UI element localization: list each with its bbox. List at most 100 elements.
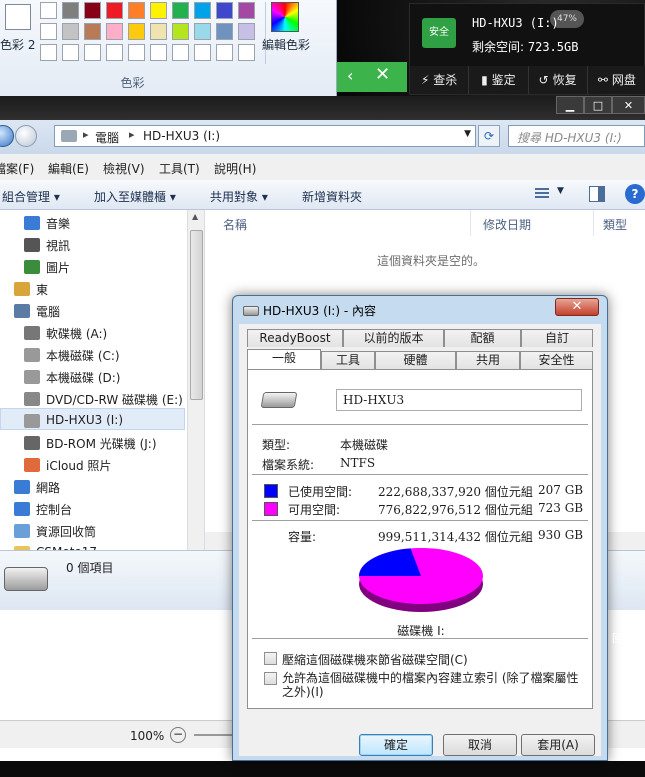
breadcrumb-computer[interactable]: 電腦 bbox=[95, 129, 119, 146]
custom-color-swatch[interactable] bbox=[84, 44, 101, 61]
widget-action-restore[interactable]: ↺ 恢复 bbox=[529, 66, 588, 94]
nav-item[interactable]: DVD/CD-RW 磁碟機 (E:) bbox=[46, 391, 183, 408]
column-divider[interactable] bbox=[593, 210, 594, 236]
column-divider[interactable] bbox=[470, 210, 471, 236]
index-checkbox[interactable] bbox=[264, 672, 277, 685]
tab-security[interactable]: 安全性 bbox=[520, 351, 593, 369]
color-swatch[interactable] bbox=[106, 2, 123, 19]
preview-pane-button[interactable] bbox=[589, 186, 605, 202]
color-swatch[interactable] bbox=[238, 23, 255, 40]
custom-color-swatch[interactable] bbox=[62, 44, 79, 61]
drive-name-input[interactable]: HD-HXU3 bbox=[336, 389, 582, 411]
color-swatch[interactable] bbox=[216, 2, 233, 19]
menu-edit[interactable]: 編輯(E) bbox=[48, 160, 89, 177]
color-swatch[interactable] bbox=[62, 2, 79, 19]
color-swatch[interactable] bbox=[106, 23, 123, 40]
dialog-close-button[interactable]: ✕ bbox=[555, 298, 599, 316]
nav-item[interactable]: 網路 bbox=[36, 479, 60, 496]
nav-item[interactable]: 電腦 bbox=[36, 303, 60, 320]
custom-color-swatch[interactable] bbox=[150, 44, 167, 61]
nav-item[interactable]: BD-ROM 光碟機 (J:) bbox=[46, 435, 157, 452]
menu-help[interactable]: 說明(H) bbox=[214, 160, 256, 177]
chevron-left-icon[interactable]: ‹ bbox=[347, 66, 353, 85]
close-icon[interactable]: ✕ bbox=[375, 64, 390, 85]
widget-action-cloud[interactable]: ⚯ 网盘 bbox=[588, 66, 645, 94]
color-swatch[interactable] bbox=[216, 23, 233, 40]
color-swatch[interactable] bbox=[172, 2, 189, 19]
back-button[interactable] bbox=[0, 125, 14, 147]
breadcrumb-drive[interactable]: HD-HXU3 (I:) bbox=[143, 129, 220, 143]
color-swatch[interactable] bbox=[194, 23, 211, 40]
nav-item[interactable]: 本機磁碟 (D:) bbox=[46, 369, 120, 386]
menu-view[interactable]: 檢視(V) bbox=[103, 160, 145, 177]
nav-item[interactable]: 東 bbox=[36, 281, 48, 298]
maximize-button[interactable]: □ bbox=[584, 96, 612, 114]
cancel-button[interactable]: 取消 bbox=[443, 734, 517, 756]
color-swatch[interactable] bbox=[128, 23, 145, 40]
nav-item[interactable]: 音樂 bbox=[46, 215, 70, 232]
zoom-out-button[interactable]: − bbox=[170, 727, 186, 743]
widget-action-identify[interactable]: ▮ 鉴定 bbox=[469, 66, 529, 94]
custom-color-swatch[interactable] bbox=[40, 44, 57, 61]
color-swatch[interactable] bbox=[84, 2, 101, 19]
search-input[interactable]: 搜尋 HD-HXU3 (I:) bbox=[508, 125, 645, 147]
tab-tools[interactable]: 工具 bbox=[321, 351, 375, 369]
zoom-slider[interactable] bbox=[194, 734, 234, 736]
nav-item[interactable]: 本機磁碟 (C:) bbox=[46, 347, 120, 364]
edit-colors-button[interactable]: 編輯色彩 bbox=[262, 0, 312, 60]
color2-button[interactable] bbox=[5, 4, 31, 30]
nav-item[interactable]: 控制台 bbox=[36, 501, 72, 518]
color-swatch[interactable] bbox=[40, 2, 57, 19]
breadcrumb-separator-icon[interactable]: ▸ bbox=[129, 128, 135, 141]
forward-button[interactable] bbox=[15, 125, 37, 147]
tab-sharing[interactable]: 共用 bbox=[456, 351, 520, 369]
nav-item[interactable]: 軟碟機 (A:) bbox=[46, 325, 107, 342]
nav-item[interactable]: iCloud 照片 bbox=[46, 457, 111, 474]
index-label-line1[interactable]: 允許為這個磁碟機中的檔案內容建立索引 (除了檔案屬性 bbox=[282, 669, 579, 686]
chevron-down-icon[interactable]: ▼ bbox=[464, 129, 471, 139]
organize-button[interactable]: 組合管理 ▾ bbox=[2, 188, 60, 205]
nav-item[interactable]: HD-HXU3 (I:) bbox=[46, 413, 123, 427]
apply-button[interactable]: 套用(A) bbox=[521, 734, 595, 756]
column-name[interactable]: 名稱 bbox=[223, 216, 247, 233]
change-view-button[interactable]: ▼ bbox=[535, 186, 567, 204]
nav-item[interactable]: 圖片 bbox=[46, 259, 70, 276]
custom-color-swatch[interactable] bbox=[172, 44, 189, 61]
color-swatch[interactable] bbox=[150, 23, 167, 40]
close-button[interactable]: ✕ bbox=[612, 96, 645, 114]
desktop-recycle-bin-label[interactable]: 回收筒 bbox=[612, 630, 645, 646]
nav-scrollbar[interactable]: ▲ bbox=[187, 210, 204, 550]
menu-tools[interactable]: 工具(T) bbox=[159, 160, 200, 177]
tab-readyboost[interactable]: ReadyBoost bbox=[247, 329, 343, 347]
color-swatch[interactable] bbox=[40, 23, 57, 40]
index-label-line2[interactable]: 之外)(I) bbox=[282, 683, 324, 700]
help-button[interactable]: ? bbox=[625, 184, 645, 204]
widget-action-scan[interactable]: ⚡ 查杀 bbox=[410, 66, 470, 94]
color-swatch[interactable] bbox=[150, 2, 167, 19]
compress-label[interactable]: 壓縮這個磁碟機來節省磁碟空間(C) bbox=[282, 651, 468, 668]
color-swatch[interactable] bbox=[128, 2, 145, 19]
color-swatch[interactable] bbox=[194, 2, 211, 19]
ok-button[interactable]: 確定 bbox=[359, 734, 433, 756]
menu-file[interactable]: 檔案(F) bbox=[0, 160, 34, 177]
tab-quota[interactable]: 配額 bbox=[444, 329, 521, 347]
nav-item[interactable]: 視訊 bbox=[46, 237, 70, 254]
column-type[interactable]: 類型 bbox=[603, 216, 627, 233]
minimize-button[interactable]: ▁ bbox=[556, 96, 584, 114]
custom-color-swatch[interactable] bbox=[106, 44, 123, 61]
share-with-button[interactable]: 共用對象 ▾ bbox=[210, 188, 268, 205]
tab-previous-versions[interactable]: 以前的版本 bbox=[343, 329, 444, 347]
compress-checkbox[interactable] bbox=[264, 652, 277, 665]
refresh-button[interactable]: ⟳ bbox=[478, 125, 500, 147]
address-bar[interactable]: ▸ 電腦 ▸ HD-HXU3 (I:) ▼ bbox=[54, 125, 476, 147]
tab-customize[interactable]: 自訂 bbox=[521, 329, 593, 347]
color-swatch[interactable] bbox=[238, 2, 255, 19]
color-swatch[interactable] bbox=[62, 23, 79, 40]
tab-general[interactable]: 一般 bbox=[247, 349, 321, 369]
column-date-modified[interactable]: 修改日期 bbox=[483, 216, 531, 233]
color-swatch[interactable] bbox=[172, 23, 189, 40]
custom-color-swatch[interactable] bbox=[216, 44, 233, 61]
nav-item[interactable]: 資源回收筒 bbox=[36, 523, 96, 540]
custom-color-swatch[interactable] bbox=[128, 44, 145, 61]
include-in-library-button[interactable]: 加入至媒體櫃 ▾ bbox=[94, 188, 176, 205]
